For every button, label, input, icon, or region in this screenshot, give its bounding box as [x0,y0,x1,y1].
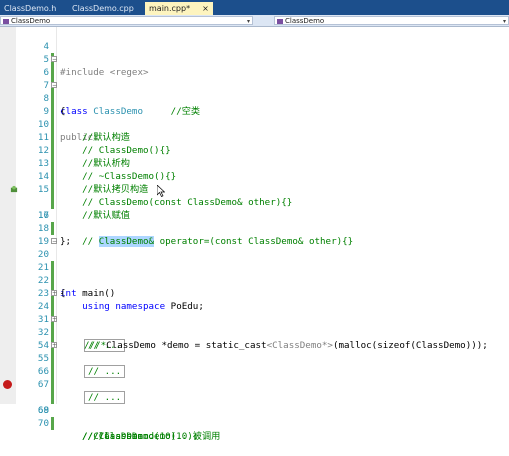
code-line: 67 [0,365,509,404]
breakpoint-icon[interactable] [3,380,12,389]
code-line: 23 [0,274,509,313]
code-text: ///ClassDemo... [60,431,166,442]
code-line: 11 //默认析构 [0,118,509,169]
code-line: 18 [0,209,509,234]
code-line: 20 − int main() [0,235,509,299]
code-line: 19 [0,222,509,247]
code-line: 17 }; [0,196,509,247]
expand-icon[interactable]: + [51,290,57,297]
code-line: 31 ///*ClassDemo *demo = static_cast<Cla… [0,300,509,351]
scope-label-left: ClassDemo [11,17,51,25]
class-icon [3,18,9,24]
chevron-down-icon: ▾ [246,18,250,25]
code-line: 12 // ~ClassDemo(){} [0,131,509,182]
code-line: 16 // ClassDemo& operator=(const ClassDe… [0,183,509,247]
change-marker-icon [10,185,18,193]
close-icon[interactable]: × [202,4,209,13]
scope-dropdown-left[interactable]: ClassDemo ▾ [0,16,253,25]
collapse-icon[interactable]: − [51,238,57,245]
change-marker [51,417,54,430]
code-line: 66 [0,352,509,391]
code-line: 10 // ClassDemo(){} [0,105,509,156]
chevron-down-icon: ▾ [502,18,506,25]
code-line: 55 + // ... [0,339,509,404]
code-line: 54 [0,326,509,365]
code-line: 15 //默认赋值 [0,170,509,221]
line-number: 70 [37,418,49,429]
code-line: 22 using namespace PoEdu; [0,261,509,312]
collapse-icon[interactable]: − [51,82,57,89]
tab-classdemo-h[interactable]: ClassDemo.h [4,2,56,15]
code-line: 9 //默认构造 [0,92,509,143]
tab-label: ClassDemo.h [4,4,57,13]
collapse-icon[interactable]: − [51,56,57,63]
code-line: 14 // ClassDemo(const ClassDemo& other){… [0,157,509,208]
navigation-bar: ClassDemo ▾ ClassDemo ▾ [0,15,509,27]
code-line: 13 //默认拷贝构造 [0,144,509,195]
code-line: 70 ///ClassDemo... [0,404,509,442]
tab-main-cpp[interactable]: main.cpp* × [145,2,213,15]
code-line: 6 − class ClassDemo //空类 [0,53,509,117]
scope-dropdown-right[interactable]: ClassDemo ▾ [274,16,509,25]
code-editor[interactable]: 4 #include <regex> 5 6 − class ClassDemo… [0,27,509,442]
code-line: 21 { [0,248,509,299]
scope-label-right: ClassDemo [285,17,325,25]
class-icon [277,18,283,24]
code-line: 68 //ClassDemo demo(10); [0,378,509,442]
tab-classdemo-cpp[interactable]: ClassDemo.cpp [72,2,134,15]
code-line: 7 { [0,66,509,117]
code-line: 4 #include <regex> [0,27,509,78]
tab-label: ClassDemo.cpp [72,4,134,13]
expand-icon[interactable]: + [51,316,57,323]
tab-label: main.cpp* [149,4,191,13]
code-line: 5 [0,40,509,79]
code-line: 32 + // ... [0,313,509,378]
document-tab-bar: ClassDemo.h ClassDemo.cpp main.cpp* × [0,0,509,15]
code-line: 69 ////ClassDemo(10)...被调用 [0,391,509,442]
code-line: 8 − public: [0,79,509,143]
code-line: 24 + // ... [0,287,509,352]
expand-icon[interactable]: + [51,342,57,349]
